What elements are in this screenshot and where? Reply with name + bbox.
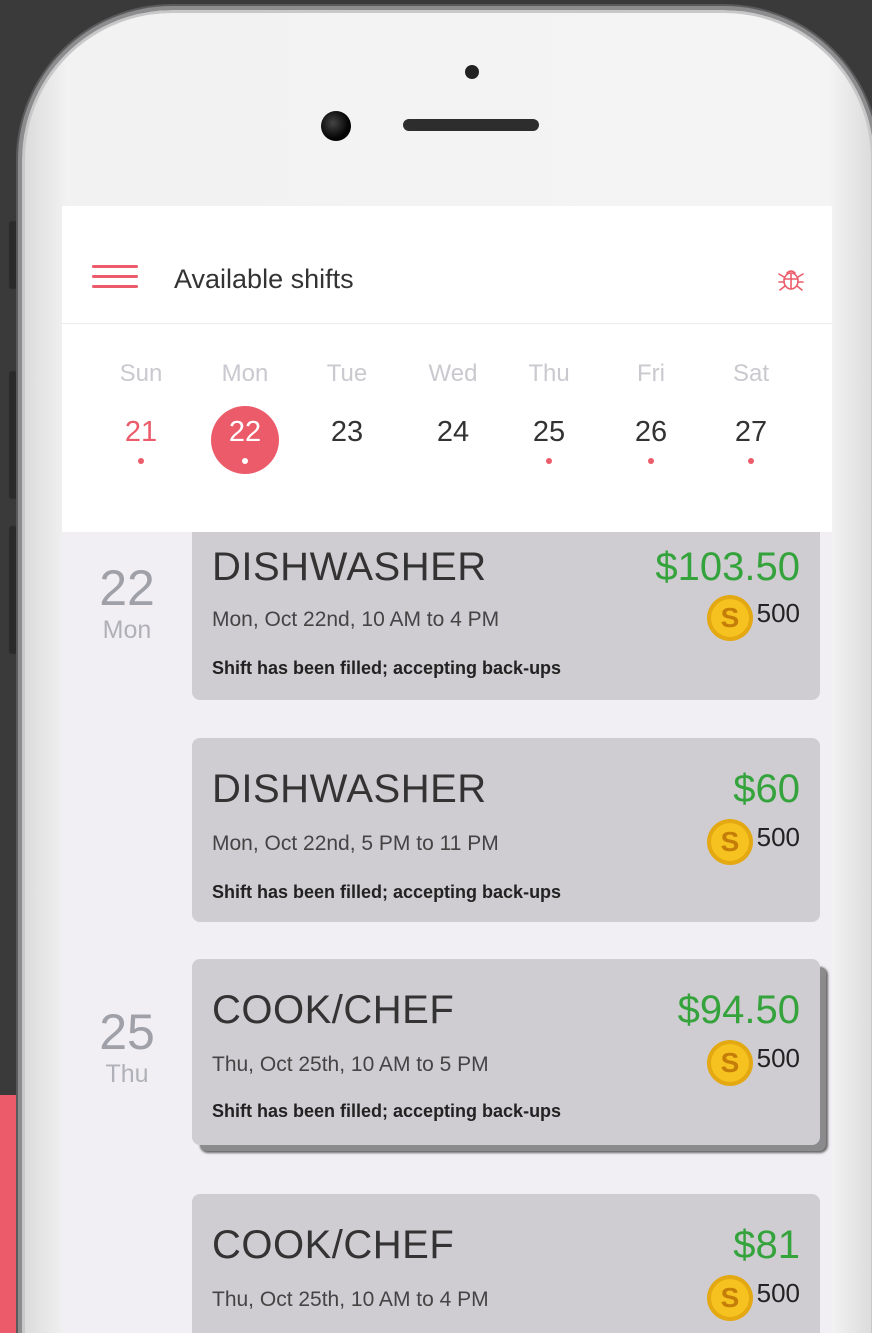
- shift-time: Thu, Oct 25th, 10 AM to 5 PM: [212, 1053, 489, 1076]
- day-number: 21: [124, 416, 158, 448]
- phone-volume-down-button: [8, 525, 18, 655]
- shift-status: Shift has been filled; accepting back-up…: [212, 658, 562, 678]
- shift-indicator-dot: [546, 458, 552, 464]
- day-name: Mon: [221, 360, 269, 387]
- date-group-number: 25: [99, 1004, 155, 1060]
- hamburger-icon-line: [92, 285, 138, 288]
- day-number: 26: [634, 416, 668, 448]
- menu-button[interactable]: [92, 263, 138, 291]
- coin-icon: S: [706, 595, 753, 641]
- shift-points: S 500: [705, 594, 800, 642]
- shift-time: Mon, Oct 22nd, 5 PM to 11 PM: [212, 832, 499, 855]
- shift-list[interactable]: 22 Mon DISHWASHER $103.50 Mon, Oct 22nd,…: [62, 532, 832, 1333]
- shift-time: Thu, Oct 25th, 10 AM to 4 PM: [212, 1288, 489, 1311]
- day-number: 27: [734, 416, 768, 448]
- svg-text:S: S: [720, 826, 739, 857]
- shift-role: COOK/CHEF: [212, 1223, 455, 1267]
- shift-card[interactable]: COOK/CHEF $94.50 Thu, Oct 25th, 10 AM to…: [192, 959, 820, 1145]
- front-camera: [321, 111, 351, 141]
- page-title: Available shifts: [174, 264, 354, 294]
- shift-indicator-dot: [242, 458, 248, 464]
- points-value: 500: [756, 1042, 800, 1073]
- shift-role: DISHWASHER: [212, 545, 487, 589]
- shift-pay: $103.50: [655, 545, 800, 589]
- svg-text:S: S: [720, 1282, 739, 1313]
- coin-icon: S: [706, 1040, 753, 1086]
- date-group-label: 22 Mon: [62, 562, 192, 645]
- day-number: 22: [228, 416, 262, 448]
- shift-indicator-dot: [648, 458, 654, 464]
- shift-points: S 500: [705, 1039, 800, 1087]
- day-number: 25: [532, 416, 566, 448]
- shift-points: S 500: [705, 1274, 800, 1322]
- shift-pay: $60: [733, 767, 800, 811]
- shift-role: DISHWASHER: [212, 767, 487, 811]
- shift-card[interactable]: COOK/CHEF $81 Thu, Oct 25th, 10 AM to 4 …: [192, 1194, 820, 1333]
- coin-icon: S: [706, 1275, 753, 1321]
- shift-points: S 500: [705, 818, 800, 866]
- earpiece-speaker: [403, 119, 539, 131]
- shift-status: Shift has been filled; accepting back-up…: [212, 1101, 562, 1121]
- phone-mute-switch: [8, 220, 18, 290]
- svg-text:S: S: [720, 1047, 739, 1078]
- shift-role: COOK/CHEF: [212, 988, 455, 1032]
- points-value: 500: [756, 1277, 800, 1308]
- shift-pay: $81: [733, 1223, 800, 1267]
- points-value: 500: [756, 597, 800, 628]
- phone-volume-up-button: [8, 370, 18, 500]
- shift-indicator-dot: [138, 458, 144, 464]
- day-number: 24: [436, 416, 470, 448]
- date-group-weekday: Thu: [105, 1060, 149, 1088]
- shift-card[interactable]: DISHWASHER $103.50 Mon, Oct 22nd, 10 AM …: [192, 532, 820, 700]
- date-group-number: 22: [99, 560, 155, 616]
- shift-status: Shift has been filled; accepting back-up…: [212, 882, 562, 902]
- hamburger-icon-line: [92, 265, 138, 268]
- app-bar: Available shifts: [62, 206, 832, 324]
- day-name: Sun: [119, 360, 163, 387]
- front-camera-sensor: [465, 65, 479, 79]
- day-name: Thu: [528, 360, 570, 387]
- svg-text:S: S: [720, 602, 739, 633]
- shift-indicator-dot: [748, 458, 754, 464]
- hamburger-icon-line: [92, 275, 138, 278]
- day-name: Fri: [637, 360, 665, 387]
- coin-icon: S: [706, 819, 753, 865]
- bug-icon[interactable]: [776, 264, 806, 294]
- date-group-weekday: Mon: [102, 616, 152, 644]
- day-name: Tue: [326, 360, 368, 387]
- shift-pay: $94.50: [677, 988, 800, 1032]
- app-screen: Available shifts Sun 21 Mon 22 Tue 23 We…: [62, 206, 832, 1333]
- day-name: Wed: [428, 360, 478, 387]
- shift-card[interactable]: DISHWASHER $60 Mon, Oct 22nd, 5 PM to 11…: [192, 738, 820, 922]
- points-value: 500: [756, 821, 800, 852]
- week-selector: Sun 21 Mon 22 Tue 23 Wed 24 Thu 25 Fri 2…: [62, 324, 832, 634]
- day-number: 23: [330, 416, 364, 448]
- shift-time: Mon, Oct 22nd, 10 AM to 4 PM: [212, 608, 500, 631]
- day-name: Sat: [732, 360, 770, 387]
- date-group-label: 25 Thu: [62, 1006, 192, 1089]
